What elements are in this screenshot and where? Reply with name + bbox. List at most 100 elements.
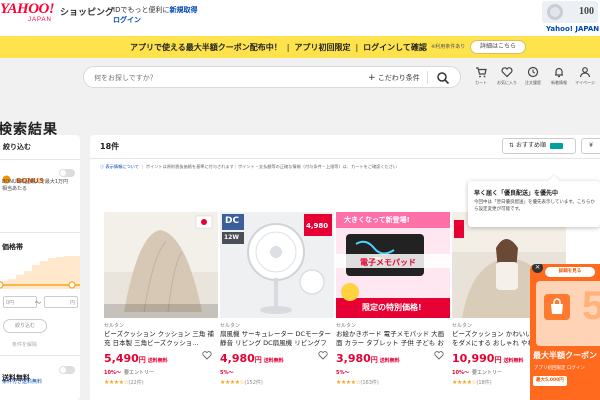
info-link[interactable]: 表示情報について xyxy=(106,164,139,169)
coupon-message-main: アプリで使える最大半額クーポン配布中！ xyxy=(130,43,282,52)
product-price: 10,990円 送料無料 xyxy=(452,352,523,365)
conditions-button[interactable]: + こだわり条件 xyxy=(368,73,420,83)
rating[interactable]: ★★★★☆(22件) xyxy=(104,379,144,386)
nav-mypage[interactable]: マイページ xyxy=(574,66,596,86)
price-max-input[interactable]: 円 xyxy=(44,296,78,308)
register-link[interactable]: 新規取得 xyxy=(169,6,197,14)
coupon-popup-title: 最大半額クーポン xyxy=(533,351,597,360)
bean-bag-image xyxy=(104,212,218,318)
product-price: 5,490円 送料無料 xyxy=(104,352,168,365)
coupon-bar[interactable]: アプリで使える最大半額クーポン配布中！ | アプリ初回限定 | ログインして確認 ※利用… xyxy=(0,36,600,58)
price-min-input[interactable]: 0円 xyxy=(3,296,37,308)
yahoo-japan-link[interactable]: Yahoo! JAPAN xyxy=(546,25,599,33)
coupon-popup-sub: アプリ初回限定 ログイン xyxy=(534,366,585,371)
price-sort-button[interactable]: ¥ xyxy=(581,138,600,154)
rating[interactable]: ★★★★☆(163件) xyxy=(336,379,379,386)
product-image[interactable]: 大きくなって新登場! 電子メモパッド 限定の特別価格! xyxy=(336,212,450,318)
id-promo-text: IDでもっと便利に xyxy=(113,6,170,14)
product-price: 3,980円 送料無料 xyxy=(336,352,400,365)
shipping-priority-tooltip: 早く届く「優良配送」を優先中 今回中は「翌日優良配送」を優先表示しています。こち… xyxy=(468,175,600,227)
product-name[interactable]: 扇風機 サーキュレーター DCモーター 静音 リビング DC扇風機 リビングファ… xyxy=(220,330,332,348)
nav-mypage-label: マイページ xyxy=(575,80,595,85)
product-name[interactable]: お絵かきボード 電子メモパッド 大画面 カラー タブレット 子供 子ども おでか… xyxy=(336,330,448,348)
cart-icon xyxy=(476,67,487,78)
coupon-message: アプリで使える最大半額クーポン配布中！ | アプリ初回限定 | ログインして確認 xyxy=(130,42,427,53)
product-card[interactable]: セルタン ビーズクッション クッション 三角 補充 日本製 三角ビーズクッショ…… xyxy=(104,212,218,400)
clock-icon xyxy=(527,66,539,78)
logo-japan: JAPAN xyxy=(28,17,52,23)
sort-dropdown[interactable]: ⇅ おすすめ順 xyxy=(502,138,576,154)
coin-icon xyxy=(547,4,563,20)
free-shipping-tag: 送料無料 xyxy=(503,358,524,364)
favorite-heart-icon[interactable] xyxy=(434,350,444,360)
points-rate: 5%〜 xyxy=(220,370,234,376)
price-yen: 円 xyxy=(370,356,378,364)
shopping-bag-icon xyxy=(544,294,570,320)
user-icon xyxy=(579,67,591,78)
page: YAHOO! JAPAN ショッピング IDでもっと便利に新規取得 ログイン 1… xyxy=(0,0,600,400)
search-icon[interactable] xyxy=(436,71,450,85)
rating[interactable]: ★★★★☆(152件) xyxy=(220,379,263,386)
price-value: 10,990 xyxy=(452,352,495,365)
points-row: 10%〜 要エントリー xyxy=(452,369,502,376)
search-box: + こだわり条件 xyxy=(83,66,461,88)
coupon-detail-button[interactable]: 詳細はこちら xyxy=(470,40,526,54)
search-input[interactable] xyxy=(94,71,344,84)
product-name[interactable]: ビーズクッション クッション 三角 補充 日本製 三角ビーズクッショ… xyxy=(104,330,216,348)
entry-required: 要エントリー xyxy=(123,370,154,376)
price-min-handle[interactable] xyxy=(0,281,4,289)
yahoo-logo[interactable]: YAHOO! JAPAN xyxy=(0,2,58,32)
bonus-description: BONUS商品購入で最大1万円相当あたる xyxy=(2,179,69,192)
info-separator: ｜ xyxy=(140,164,145,169)
coupon-sep-2: | xyxy=(355,43,359,52)
shop-name[interactable]: セルタン xyxy=(452,322,472,329)
product-image[interactable] xyxy=(104,212,218,318)
nav-orders[interactable]: 注文履歴 xyxy=(522,66,544,86)
entry-required: 要エントリー xyxy=(471,370,502,376)
price-yen: 円 xyxy=(494,356,502,364)
shopping-label[interactable]: ショッピング xyxy=(60,5,114,18)
campaign-badge-number: 100 xyxy=(579,6,594,17)
price-yen: 円 xyxy=(138,356,146,364)
shop-name[interactable]: セルタン xyxy=(336,322,356,329)
login-link[interactable]: ログイン xyxy=(113,15,141,25)
coupon-big-digit: 5 xyxy=(582,284,600,328)
sidebar-divider xyxy=(0,232,80,233)
free-shipping-tag: 送料無料 xyxy=(147,358,168,364)
review-count: (22件) xyxy=(128,380,144,386)
nav-favorites-label: お気に入り xyxy=(497,80,517,85)
review-count: (18件) xyxy=(476,380,492,386)
shop-name[interactable]: セルタン xyxy=(220,322,240,329)
free-shipping-toggle[interactable] xyxy=(59,366,75,374)
bonus-toggle[interactable] xyxy=(59,169,75,177)
sort-label: おすすめ順 xyxy=(515,142,546,149)
conditional-free-shipping-link[interactable]: 条件付き送料無料 xyxy=(2,378,42,385)
close-icon[interactable]: × xyxy=(532,264,543,273)
product-card[interactable]: 大きくなって新登場! 電子メモパッド 限定の特別価格! セルタン お絵かきボード… xyxy=(336,212,450,400)
dc-badge: DC xyxy=(225,216,240,226)
coupon-popup-detail-button[interactable]: 詳細を見る xyxy=(545,267,595,277)
coupon-sep-1: | xyxy=(286,43,290,52)
range-tilde: 〜 xyxy=(35,300,42,307)
product-card[interactable]: DC 12W 4,980 セルタン 扇風機 サーキュレーター DCモーター 静音… xyxy=(220,212,334,400)
product-image[interactable]: DC 12W 4,980 xyxy=(220,212,334,318)
favorite-heart-icon[interactable] xyxy=(318,350,328,360)
apply-price-button[interactable]: 絞り込む xyxy=(3,319,47,333)
rating[interactable]: ★★★★☆(18件) xyxy=(452,379,492,386)
conditions-label: こだわり条件 xyxy=(377,74,420,82)
results-divider xyxy=(90,158,600,159)
shop-name[interactable]: セルタン xyxy=(104,322,124,329)
nav-cart[interactable]: カート xyxy=(470,66,492,86)
result-count: 18件 xyxy=(100,142,120,151)
memo-banner-top: 大きくなって新登場! xyxy=(344,216,410,224)
favorite-heart-icon[interactable] xyxy=(202,350,212,360)
price-value: 4,980 xyxy=(220,352,255,365)
nav-notifications[interactable]: 新着情報 xyxy=(548,66,570,86)
filter-sidebar: 絞り込む BONUS BONUS商品購入で最大1万円相当あたる 価格帯 0円 〜… xyxy=(0,135,80,400)
clear-price-link[interactable]: 条件を解除 xyxy=(12,341,37,348)
nav-favorites[interactable]: お気に入り xyxy=(496,66,518,86)
header-nav: カート お気に入り 注文履歴 新着情報 マイページ xyxy=(470,66,600,94)
price-max-handle[interactable] xyxy=(68,281,76,289)
campaign-badge[interactable]: 100 xyxy=(542,1,598,23)
coupon-popup[interactable]: 詳細を見る 5 最大半額クーポン アプリ初回限定 ログイン 最大5,000円 × xyxy=(530,264,600,400)
